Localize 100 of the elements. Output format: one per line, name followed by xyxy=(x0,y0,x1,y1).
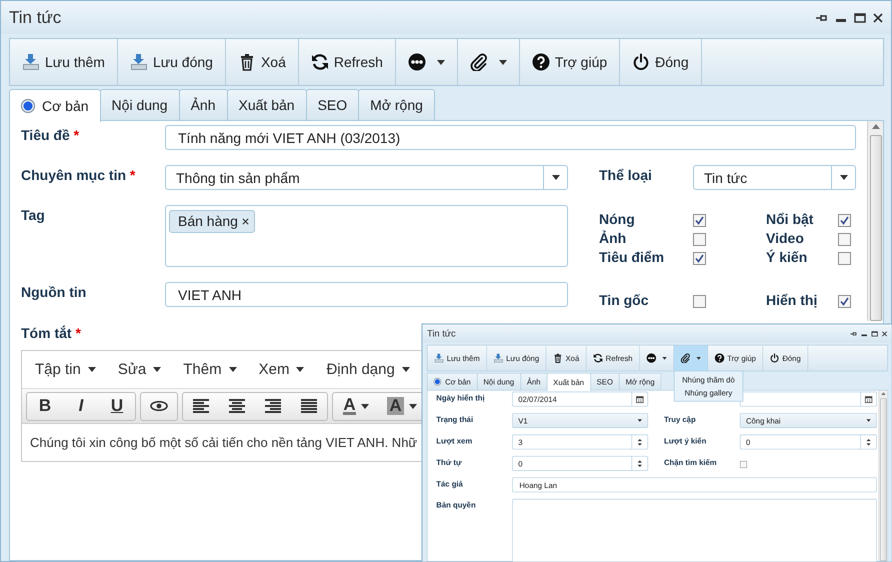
title-field[interactable]: Tính năng mới VIET ANH (03/2013) xyxy=(165,125,856,150)
caret-icon xyxy=(228,367,237,372)
close-icon[interactable] xyxy=(873,12,883,22)
window-title: Tin tức xyxy=(9,8,62,28)
checkbox-label: Nổi bật xyxy=(766,211,814,227)
rich-text-editor[interactable]: Tập tin Sửa Thêm Xem Định dạng B I U A A Chúng tôi xin công bố một số cải tiến cho nền tảng VIET ANH. Nhữ xyxy=(21,350,423,462)
eye-icon xyxy=(150,401,168,411)
scrollbar[interactable] xyxy=(867,121,883,321)
save-icon xyxy=(130,53,148,71)
checkbox[interactable] xyxy=(693,233,706,246)
checkbox-label: Hiển thị xyxy=(766,292,818,308)
field-label: Tag xyxy=(21,206,46,223)
window-title: Tin tức xyxy=(426,328,457,340)
editor-menu-item[interactable]: Sửa xyxy=(118,361,162,378)
checkbox[interactable] xyxy=(693,214,706,227)
checkbox[interactable] xyxy=(838,233,851,246)
power-icon xyxy=(770,353,780,364)
field-label: Thể loại xyxy=(599,166,653,183)
align-right-icon xyxy=(265,399,281,413)
checkbox-label: Ý kiến xyxy=(766,249,808,265)
text-color-button[interactable]: A xyxy=(333,392,379,420)
checkbox[interactable] xyxy=(693,252,706,265)
dropdown-caret-icon xyxy=(840,175,848,180)
editor-menu-item[interactable]: Định dạng xyxy=(326,361,410,378)
pin-icon[interactable] xyxy=(816,12,828,22)
field-label: Tiêu đề * xyxy=(21,126,80,143)
caret-icon xyxy=(696,356,701,360)
type-select[interactable]: Tin tức xyxy=(693,165,856,190)
more-icon xyxy=(408,53,426,71)
justify-icon xyxy=(301,399,317,413)
pin-icon[interactable] xyxy=(850,330,858,336)
tab[interactable]: Xuất bản xyxy=(226,89,307,120)
close-icon[interactable] xyxy=(882,330,888,336)
calendar-icon[interactable] xyxy=(864,395,872,403)
tab[interactable]: SEO xyxy=(306,89,360,120)
trash-icon xyxy=(552,353,563,364)
source-field[interactable]: VIET ANH xyxy=(165,282,568,307)
toolbar-button[interactable]: Lưu thêm xyxy=(10,39,118,85)
checkbox-label: Ảnh xyxy=(599,230,628,246)
maximize-icon[interactable] xyxy=(854,12,866,22)
caret-icon xyxy=(436,60,445,64)
editor-text: Chúng tôi xin công bố một số cải tiến cho nền tảng VIET ANH. Nhữ xyxy=(29,434,418,452)
help-icon xyxy=(532,53,550,71)
underline-button[interactable]: U xyxy=(99,392,135,420)
toolbar-button[interactable]: Xoá xyxy=(226,39,299,85)
dropdown-caret-icon xyxy=(552,175,560,180)
editor-menu-item[interactable]: Xem xyxy=(258,361,304,378)
toolbar-button[interactable]: Lưu đóng xyxy=(118,39,226,85)
more-icon xyxy=(646,353,656,364)
refresh-icon xyxy=(592,353,603,364)
toolbar-button[interactable]: Đóng xyxy=(620,39,702,85)
checkbox-label: Tin gốc xyxy=(599,292,650,308)
italic-button[interactable]: I xyxy=(63,392,99,420)
toolbar-button[interactable]: Trợ giúp xyxy=(520,39,620,85)
caret-icon xyxy=(296,367,304,372)
dropdown-caret-icon xyxy=(866,419,871,422)
checkbox[interactable] xyxy=(838,214,851,227)
tab[interactable]: Mở rộng xyxy=(358,89,435,120)
checkbox[interactable] xyxy=(838,252,851,265)
field-label: Tóm tắt * xyxy=(21,324,82,341)
toolbar-button[interactable]: Refresh xyxy=(298,39,396,85)
radio-icon xyxy=(21,99,35,113)
tab[interactable]: Ảnh xyxy=(178,89,228,120)
spinner-icon[interactable] xyxy=(866,438,871,446)
checkbox-label: Nóng xyxy=(599,211,636,227)
category-select[interactable]: Thông tin sản phẩm xyxy=(165,165,568,190)
date-field[interactable] xyxy=(740,392,877,406)
spinner-icon[interactable] xyxy=(638,460,642,468)
remove-icon[interactable] xyxy=(242,218,249,224)
caret-icon xyxy=(662,356,667,360)
editor-menu-item[interactable]: Thêm xyxy=(183,361,237,378)
tag-chip[interactable]: Bán hàng xyxy=(169,210,255,233)
help-icon xyxy=(714,353,724,364)
caret-icon xyxy=(360,404,369,408)
paperclip-icon xyxy=(470,53,488,71)
tab[interactable]: Cơ bản xyxy=(9,89,101,122)
refresh-icon xyxy=(310,53,329,71)
maximize-icon[interactable] xyxy=(871,330,878,336)
checkbox[interactable] xyxy=(838,295,851,308)
scroll-up-icon[interactable] xyxy=(881,392,886,395)
checkbox[interactable] xyxy=(693,295,706,308)
save-icon xyxy=(493,353,504,364)
scroll-thumb[interactable] xyxy=(880,398,886,562)
checkbox[interactable] xyxy=(740,460,748,468)
power-icon xyxy=(632,53,650,71)
scrollbar[interactable] xyxy=(878,390,888,562)
bold-button[interactable]: B xyxy=(27,392,63,420)
scroll-up-icon[interactable] xyxy=(872,124,880,129)
caret-icon xyxy=(153,367,162,372)
paperclip-icon xyxy=(680,353,690,364)
calendar-icon[interactable] xyxy=(636,395,644,403)
tag-field[interactable]: Bán hàng xyxy=(165,205,568,267)
align-left-icon xyxy=(193,399,209,413)
caret-icon xyxy=(88,367,96,372)
spinner-icon[interactable] xyxy=(638,438,642,446)
field-label: Chuyên mục tin * xyxy=(21,166,136,183)
caret-icon xyxy=(498,60,507,64)
editor-menu-item[interactable]: Tập tin xyxy=(35,361,96,378)
scroll-thumb[interactable] xyxy=(870,135,882,321)
tab[interactable]: Nội dung xyxy=(100,89,180,120)
